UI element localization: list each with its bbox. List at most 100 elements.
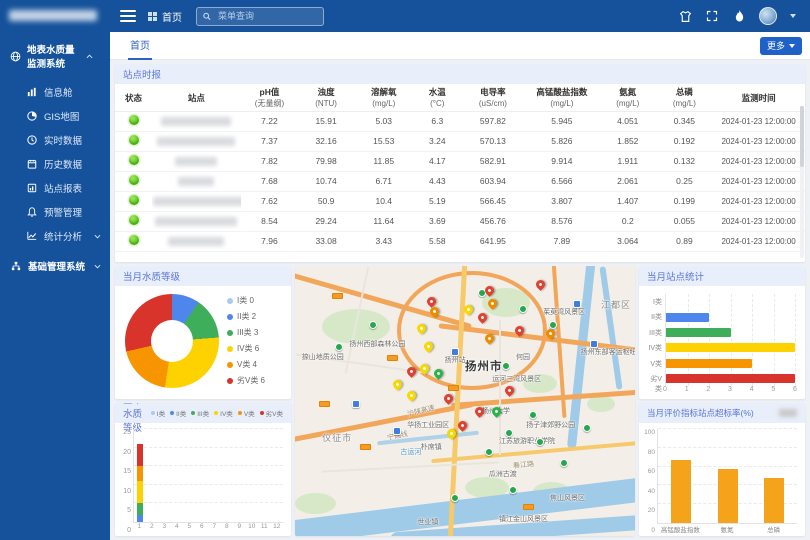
table-row[interactable]: 7.6250.910.45.19566.453.8071.4070.199202… <box>115 191 805 211</box>
map-poi-park-icon[interactable] <box>335 343 343 351</box>
table-cell: 0.345 <box>657 111 713 131</box>
stacked-segment-V类 <box>137 466 143 481</box>
hbar-x-axis: 0123456 <box>665 386 795 397</box>
exceed-bar-chart <box>657 429 797 524</box>
clock-icon <box>26 135 37 146</box>
map-label-扬子津郊野公园: 扬子津郊野公园 <box>526 420 575 430</box>
exceed-bar-氨氮 <box>718 469 738 523</box>
table-cell: 6.71 <box>354 171 414 191</box>
stacked-segment-III类 <box>137 503 143 514</box>
status-dot-normal <box>129 195 139 205</box>
more-label: 更多 <box>767 39 785 52</box>
table-cell: 641.95 <box>461 231 525 251</box>
more-button[interactable]: 更多 <box>760 37 802 55</box>
map-poi-park-icon[interactable] <box>583 424 591 432</box>
legend-item[interactable]: IV类 6 <box>227 343 265 354</box>
user-menu-chevron-down-icon[interactable] <box>790 14 796 18</box>
sidebar-item-label: 站点报表 <box>44 181 110 195</box>
grid-icon <box>148 12 157 21</box>
sidebar-item-5[interactable]: 预警管理 <box>0 200 110 224</box>
sidebar-system-title[interactable]: 地表水质量监测系统 <box>0 32 110 78</box>
map-poi-transit-icon[interactable] <box>573 300 581 308</box>
sidebar-item-7[interactable]: 基础管理系统 <box>0 254 110 278</box>
breadcrumb-home[interactable]: 首页 <box>148 9 182 24</box>
map-poi-transit-icon[interactable] <box>590 340 598 348</box>
sidebar-item-label: 统计分析 <box>44 229 87 243</box>
status-dot-normal <box>129 155 139 165</box>
table-cell: 597.82 <box>461 111 525 131</box>
sidebar-menu: 信息舱GIS地图实时数据历史数据站点报表预警管理统计分析基础管理系统 <box>0 80 110 278</box>
sidebar-item-6[interactable]: 统计分析 <box>0 224 110 248</box>
exceed-rate-panel: 当月评价指标站点超标率(%) 100806040200 高锰酸盐指数氨氮总磷 <box>639 403 805 536</box>
map-station-pin-yellow[interactable] <box>405 389 418 402</box>
table-row[interactable]: 7.9633.083.435.58641.957.893.0640.892024… <box>115 231 805 251</box>
map-label-江苏旅游职业学院: 江苏旅游职业学院 <box>499 436 555 446</box>
fullscreen-icon[interactable] <box>705 9 719 23</box>
table-cell: 3.064 <box>599 231 657 251</box>
monthly-station-stats-panel: 当月站点统计 I类II类III类IV类V类劣V类 0123456 <box>639 266 805 399</box>
table-row[interactable]: 7.8279.9811.854.17582.919.9141.9110.1322… <box>115 151 805 171</box>
legend-item[interactable]: V类 4 <box>227 359 265 370</box>
tab-home[interactable]: 首页 <box>128 32 152 60</box>
table-cell: 603.94 <box>461 171 525 191</box>
sidebar-item-2[interactable]: 实时数据 <box>0 128 110 152</box>
annual-stacked-chart <box>133 429 283 523</box>
map-poi-transit-icon[interactable] <box>393 427 401 435</box>
map-poi-park-icon[interactable] <box>529 411 537 419</box>
table-cell: 29.24 <box>298 211 354 231</box>
exceed-panel-link-redacted[interactable] <box>779 409 797 417</box>
table-row[interactable]: 7.2215.915.036.3597.825.9454.0510.345202… <box>115 111 805 131</box>
legend-item[interactable]: III类 3 <box>227 327 265 338</box>
theme-skin-icon[interactable] <box>678 9 692 23</box>
map-road-badge <box>523 504 534 510</box>
sidebar-item-1[interactable]: GIS地图 <box>0 104 110 128</box>
map-station-pin-red[interactable] <box>503 384 516 397</box>
map-poi-park-icon[interactable] <box>536 438 544 446</box>
legend-item[interactable]: 劣V类 6 <box>227 375 265 386</box>
sidebar-item-3[interactable]: 历史数据 <box>0 152 110 176</box>
map-label-何园: 何园 <box>516 352 530 362</box>
table-cell: 0.199 <box>657 191 713 211</box>
table-cell: 15.91 <box>298 111 354 131</box>
table-cell: 1.911 <box>599 151 657 171</box>
avatar[interactable] <box>759 7 777 25</box>
table-row[interactable]: 7.3732.1615.533.24570.135.8261.8520.1922… <box>115 131 805 151</box>
table-header: 溶解氧(mg/L) <box>354 84 414 111</box>
table-cell: 9.914 <box>525 151 599 171</box>
map-station-pin-yellow[interactable] <box>391 378 404 391</box>
map-poi-park-icon[interactable] <box>509 486 517 494</box>
sidebar-item-0[interactable]: 信息舱 <box>0 80 110 104</box>
table-cell: 8.576 <box>525 211 599 231</box>
map-poi-transit-icon[interactable] <box>451 348 459 356</box>
legend-item[interactable]: II类 2 <box>227 311 265 322</box>
map-label-朴席镇: 朴席镇 <box>421 442 442 452</box>
bar-II类 <box>666 313 709 322</box>
sidebar-item-label: 基础管理系统 <box>28 259 87 273</box>
sidebar-item-4[interactable]: 站点报表 <box>0 176 110 200</box>
flame-icon[interactable] <box>732 9 746 23</box>
table-cell: 3.24 <box>414 131 461 151</box>
map-poi-park-icon[interactable] <box>502 362 510 370</box>
table-scrollbar[interactable] <box>800 106 804 258</box>
table-cell: 79.98 <box>298 151 354 171</box>
map-poi-transit-icon[interactable] <box>352 400 360 408</box>
map-icon <box>26 111 37 122</box>
search-input[interactable] <box>216 10 317 22</box>
chevron-down-icon <box>94 231 101 242</box>
station-name-redacted <box>178 177 214 186</box>
map-poi-park-icon[interactable] <box>451 494 459 502</box>
table-cell: 6.566 <box>525 171 599 191</box>
gis-map[interactable]: 扬州市江都区仪征市扬州西部森林公园捺山地质公园茱萸湾风景区何园运河三湾风景区扬州… <box>295 266 635 536</box>
table-header: 站点 <box>152 84 241 111</box>
table-row[interactable]: 8.5429.2411.643.69456.768.5760.20.055202… <box>115 211 805 231</box>
map-poi-park-icon[interactable] <box>519 305 527 313</box>
menu-search[interactable] <box>196 7 324 26</box>
table-row[interactable]: 7.6810.746.714.43603.946.5662.0610.25202… <box>115 171 805 191</box>
map-poi-park-icon[interactable] <box>560 459 568 467</box>
map-station-pin-red[interactable] <box>534 278 547 291</box>
menu-collapse-icon[interactable] <box>120 10 136 22</box>
legend-item[interactable]: I类 0 <box>227 295 265 306</box>
table-cell: 2024-01-23 12:00:00 <box>712 111 805 131</box>
table-header: 水温(°C) <box>414 84 461 111</box>
map-label-捺山地质公园: 捺山地质公园 <box>302 352 344 362</box>
